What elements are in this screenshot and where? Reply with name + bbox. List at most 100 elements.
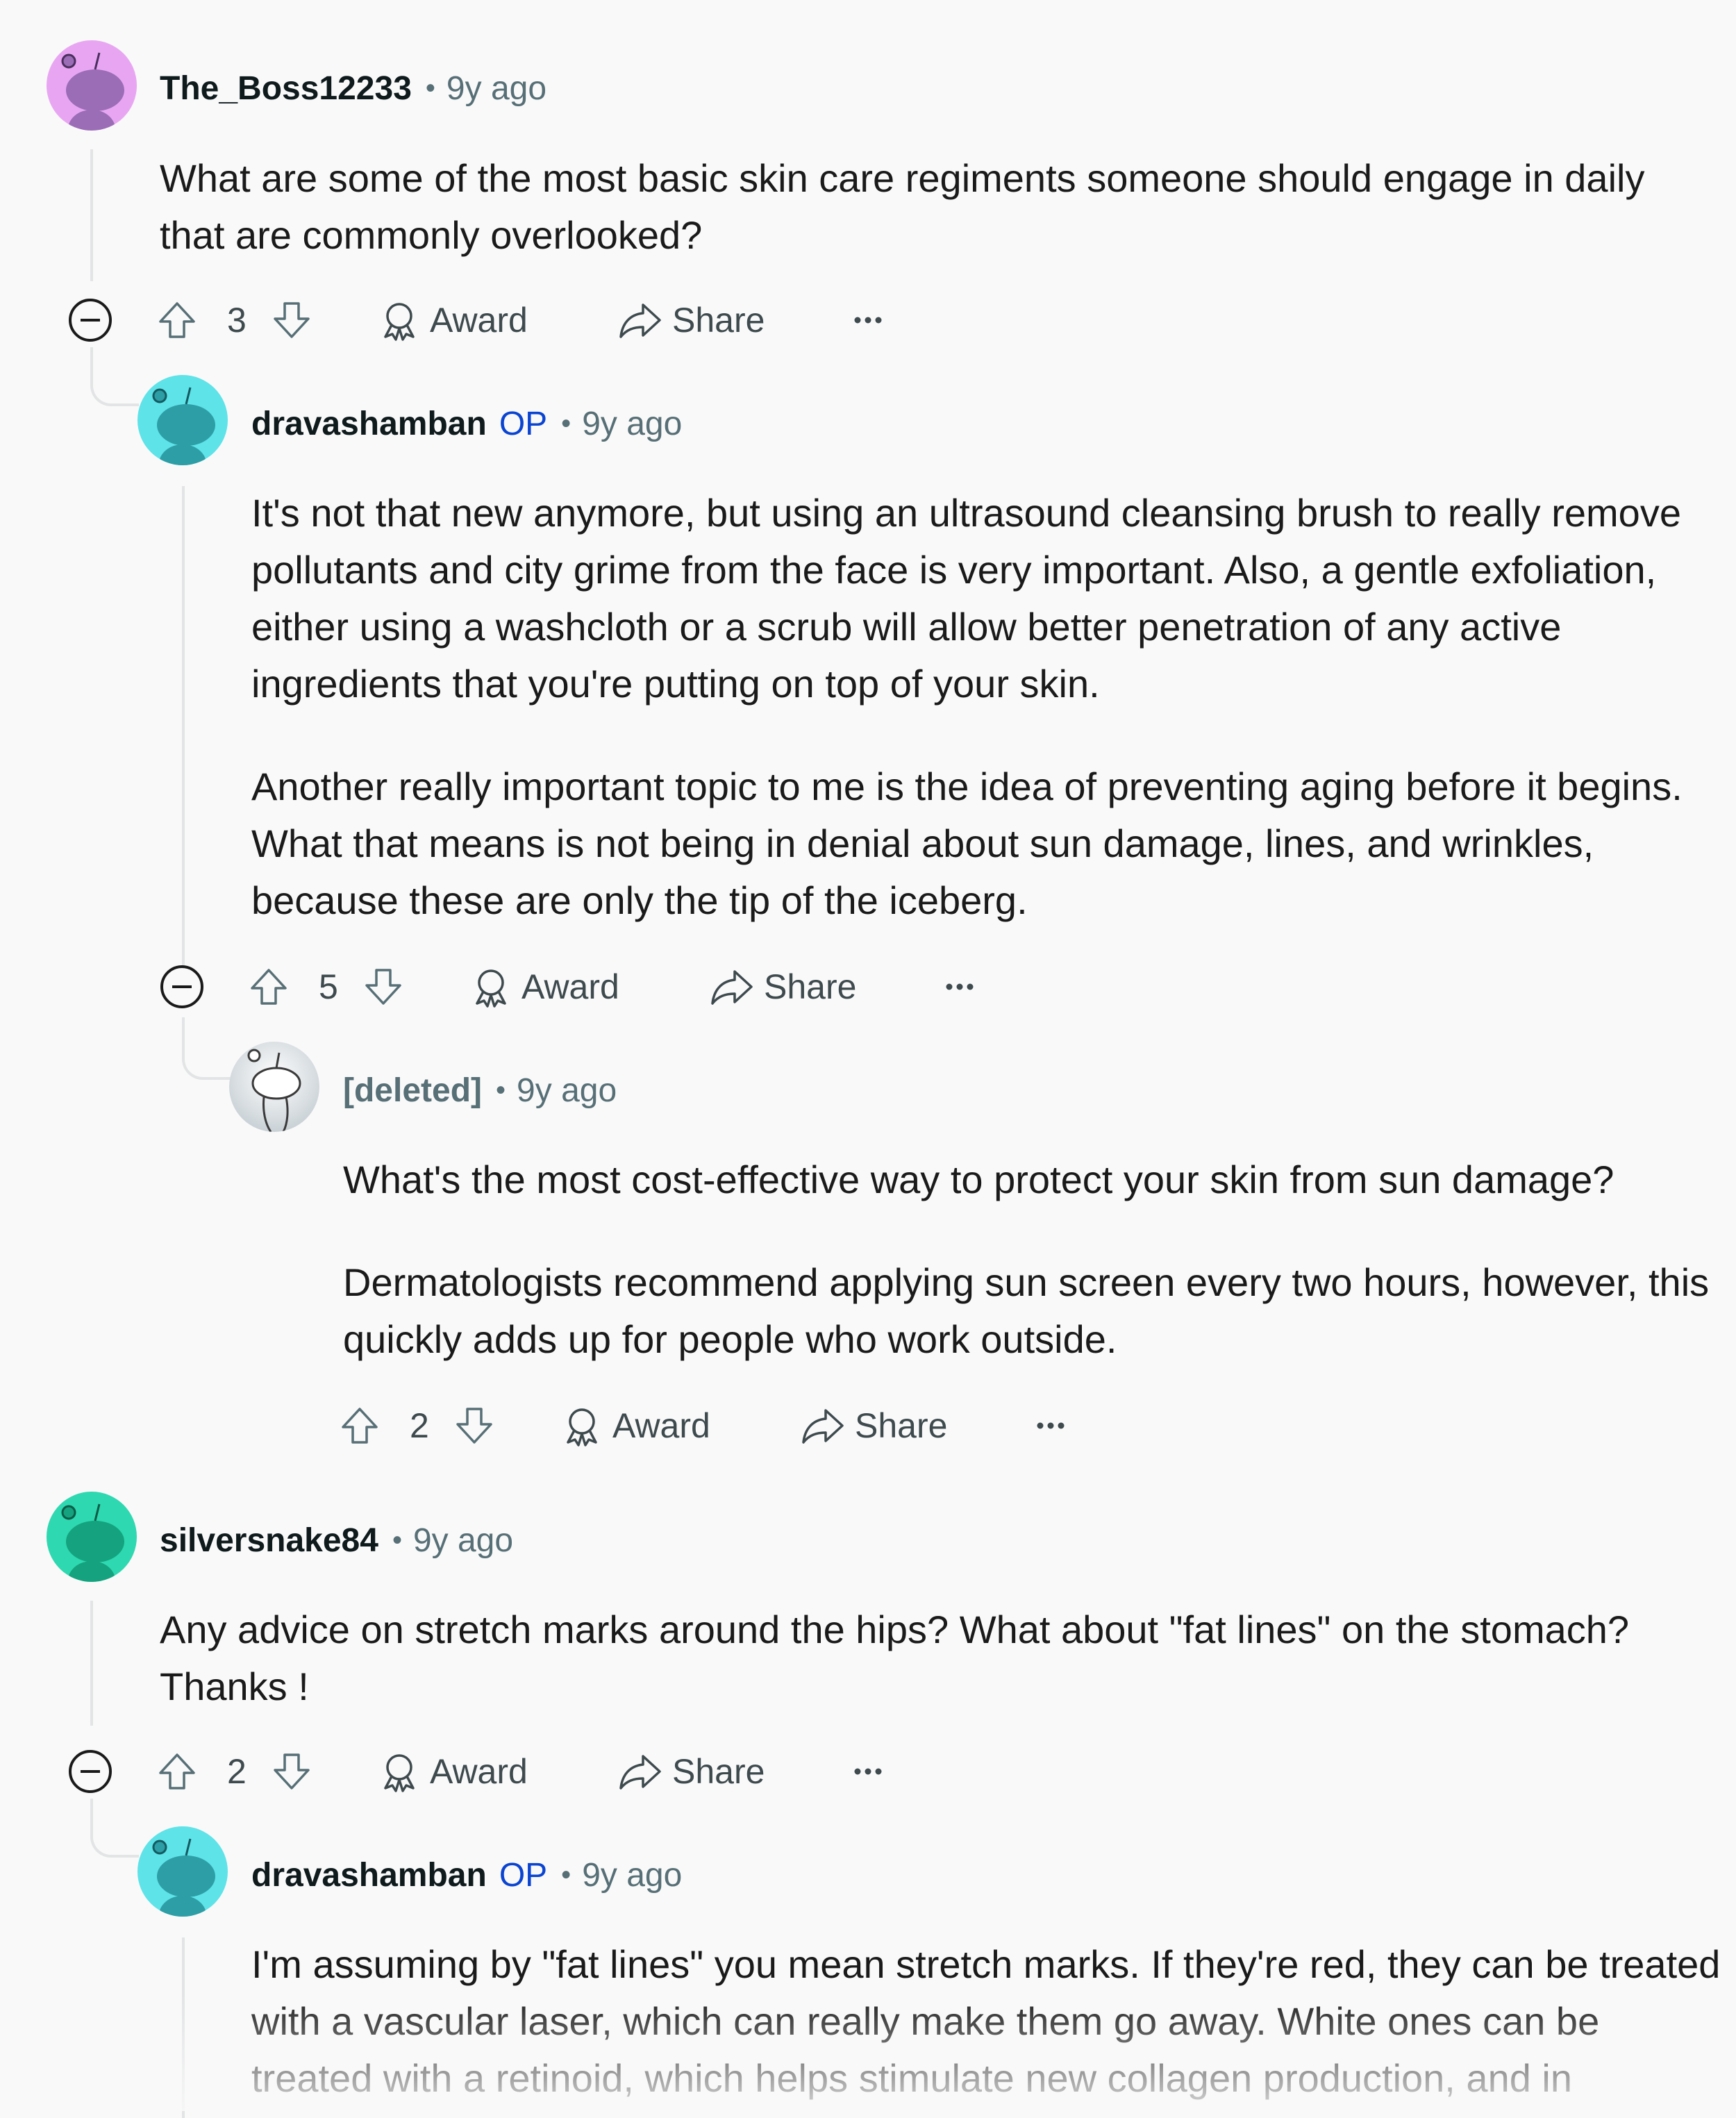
share-label: Share bbox=[764, 967, 857, 1006]
downvote-button[interactable] bbox=[453, 1394, 495, 1457]
share-icon bbox=[802, 1409, 844, 1444]
comment-meta: The_Boss12233 • 9y ago bbox=[160, 64, 546, 112]
comment-body: It's not that new anymore, but using an … bbox=[251, 485, 1717, 929]
snoo-antenna-ball bbox=[61, 53, 76, 69]
collapse-button[interactable] bbox=[67, 297, 113, 343]
arrow-down-icon bbox=[274, 1753, 310, 1790]
award-icon bbox=[384, 303, 415, 341]
award-icon bbox=[476, 969, 506, 1008]
more-options-button[interactable] bbox=[1033, 1394, 1068, 1457]
comment-paragraph: Dermatologists recommend applying sun sc… bbox=[343, 1260, 1710, 1361]
thread-line bbox=[182, 1937, 185, 2118]
more-options-button[interactable] bbox=[851, 1740, 885, 1803]
award-button[interactable]: Award bbox=[378, 1740, 528, 1803]
snoo-avatar-icon bbox=[137, 375, 228, 465]
award-button[interactable]: Award bbox=[561, 1394, 710, 1457]
thread-connector bbox=[90, 1799, 139, 1858]
share-button[interactable]: Share bbox=[801, 1394, 947, 1457]
award-button[interactable]: Award bbox=[470, 956, 619, 1018]
comment-meta: dravashamban OP • 9y ago bbox=[251, 399, 682, 448]
timestamp[interactable]: 9y ago bbox=[582, 405, 682, 443]
collapse-button[interactable] bbox=[67, 1749, 113, 1794]
avatar[interactable] bbox=[137, 375, 228, 465]
avatar[interactable] bbox=[47, 40, 137, 131]
upvote-button[interactable] bbox=[156, 1740, 198, 1803]
snoo-head bbox=[66, 69, 124, 111]
share-icon bbox=[619, 303, 661, 338]
comment-body: What are some of the most basic skin car… bbox=[160, 150, 1715, 264]
award-icon bbox=[384, 1754, 415, 1792]
vote-count-value: 3 bbox=[227, 301, 247, 340]
snoo-head bbox=[157, 404, 215, 446]
award-button[interactable]: Award bbox=[378, 289, 528, 351]
arrow-up-icon bbox=[342, 1408, 378, 1444]
username[interactable]: silversnake84 bbox=[160, 1521, 378, 1560]
comment-paragraph: Another really important topic to me is … bbox=[251, 765, 1683, 922]
upvote-button[interactable] bbox=[248, 956, 290, 1018]
username[interactable]: dravashamban bbox=[251, 1856, 487, 1894]
snoo-head bbox=[157, 1856, 215, 1897]
comment-paragraph: I'm assuming by "fat lines" you mean str… bbox=[251, 1942, 1721, 2100]
more-icon bbox=[854, 317, 882, 324]
vote-count: 2 bbox=[227, 1740, 247, 1803]
thread-connector bbox=[182, 1017, 231, 1080]
more-icon bbox=[946, 983, 974, 990]
vote-count: 2 bbox=[410, 1394, 429, 1457]
downvote-button[interactable] bbox=[271, 289, 312, 351]
comment-paragraph: What are some of the most basic skin car… bbox=[160, 156, 1645, 257]
comment-actions: 3 Award Share bbox=[156, 289, 920, 351]
share-label: Share bbox=[855, 1406, 948, 1445]
upvote-button[interactable] bbox=[339, 1394, 381, 1457]
downvote-button[interactable] bbox=[362, 956, 404, 1018]
thread-connector bbox=[90, 347, 139, 406]
comment-meta: silversnake84 • 9y ago bbox=[160, 1516, 513, 1565]
avatar[interactable] bbox=[229, 1042, 319, 1132]
op-badge: OP bbox=[499, 405, 548, 442]
arrow-down-icon bbox=[365, 969, 401, 1005]
separator-dot: • bbox=[496, 1074, 506, 1106]
share-icon bbox=[711, 970, 753, 1005]
award-label: Award bbox=[430, 1752, 528, 1791]
arrow-down-icon bbox=[274, 302, 310, 338]
timestamp[interactable]: 9y ago bbox=[582, 1856, 682, 1894]
avatar[interactable] bbox=[47, 1492, 137, 1582]
downvote-button[interactable] bbox=[271, 1740, 312, 1803]
comment-actions: 5 Award Share bbox=[248, 956, 1012, 1018]
award-label: Award bbox=[612, 1406, 710, 1445]
comment-body: I'm assuming by "fat lines" you mean str… bbox=[251, 1936, 1724, 2111]
snoo-avatar-icon bbox=[137, 1826, 228, 1917]
more-options-button[interactable] bbox=[942, 956, 977, 1018]
timestamp[interactable]: 9y ago bbox=[446, 69, 546, 108]
comment-paragraph: Any advice on stretch marks around the h… bbox=[160, 1608, 1630, 1708]
arrow-up-icon bbox=[159, 1753, 195, 1790]
vote-count-value: 2 bbox=[410, 1406, 429, 1445]
comment-body: What's the most cost-effective way to pr… bbox=[343, 1151, 1718, 1368]
arrow-up-icon bbox=[159, 302, 195, 338]
snoo-antenna-ball bbox=[247, 1049, 261, 1062]
collapse-minus-icon bbox=[160, 965, 203, 1008]
share-button[interactable]: Share bbox=[618, 289, 765, 351]
share-button[interactable]: Share bbox=[710, 956, 856, 1018]
snoo-avatar-icon bbox=[47, 40, 137, 131]
comment-actions: 2 Award Share bbox=[156, 1740, 920, 1803]
more-options-button[interactable] bbox=[851, 289, 885, 351]
separator-dot: • bbox=[392, 1524, 402, 1556]
separator-dot: • bbox=[561, 1859, 571, 1890]
share-button[interactable]: Share bbox=[618, 1740, 765, 1803]
vote-count: 5 bbox=[319, 956, 338, 1018]
share-icon bbox=[619, 1755, 661, 1790]
username[interactable]: dravashamban bbox=[251, 405, 487, 443]
snoo-antenna-ball bbox=[61, 1505, 76, 1520]
comment-meta: [deleted] • 9y ago bbox=[343, 1066, 617, 1115]
comment-paragraph: It's not that new anymore, but using an … bbox=[251, 491, 1681, 706]
timestamp[interactable]: 9y ago bbox=[413, 1521, 513, 1560]
collapse-minus-icon bbox=[69, 1750, 112, 1793]
snoo-head bbox=[66, 1521, 124, 1562]
collapse-minus-icon bbox=[69, 299, 112, 342]
username[interactable]: The_Boss12233 bbox=[160, 69, 412, 108]
snoo-head bbox=[251, 1067, 301, 1100]
avatar[interactable] bbox=[137, 1826, 228, 1917]
collapse-button[interactable] bbox=[159, 964, 205, 1010]
timestamp[interactable]: 9y ago bbox=[517, 1071, 617, 1110]
upvote-button[interactable] bbox=[156, 289, 198, 351]
